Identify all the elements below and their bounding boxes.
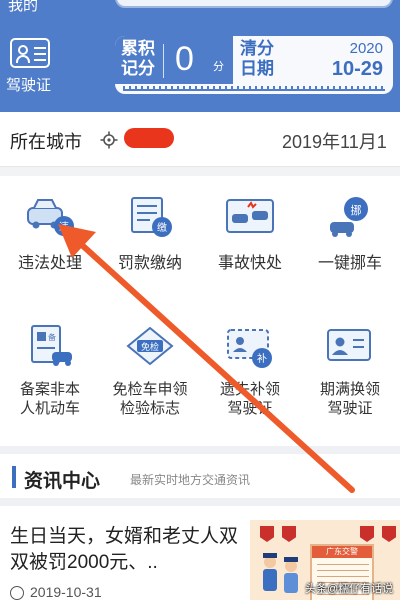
service-label: 免检车申领 检验标志 [112,381,188,417]
replace-license-icon: 补 [227,329,272,368]
score-divider [163,44,164,78]
service-label: 遗失补领 驾驶证 [219,381,280,417]
service-label: 备案非本 人机动车 [19,381,80,417]
service-renew-license[interactable]: 期满换领 驾驶证 [300,306,400,417]
service-fine[interactable]: 缴 罚款缴纳 [100,176,200,286]
bunting-flag [282,526,296,542]
violation-car-icon: 违 [27,199,74,236]
city-date: 2019年11月1 [282,132,387,152]
news-header: 资讯中心 最新实时地方交通资讯 [0,446,400,498]
city-value-redacted[interactable] [124,128,174,148]
service-label: 一键挪车 [317,255,382,272]
service-label: 事故快处 [217,255,282,272]
score-unit: 分 [213,61,224,73]
svg-text:缴: 缴 [157,221,167,234]
service-grid: 违 违法处理 缴 罚款缴纳 事故快处 挪 一键挪车 备 备案非本 人机动车 免检… [0,176,400,446]
driver-license-icon[interactable] [10,38,50,68]
city-row[interactable]: 所在城市 2019年11月1 [0,112,400,167]
clear-date-title: 清分日期 [240,39,274,78]
police-illustration [263,553,298,593]
header-top-card[interactable] [115,0,393,8]
clock-icon [10,586,24,600]
score-card[interactable]: 累积记分 0 分 清分日期 2020 10-29 [115,36,393,94]
news-title: 资讯中心 [24,471,101,492]
header-top-label: 我的 [8,0,39,14]
city-label: 所在城市 [10,132,82,152]
move-car-icon: 挪 [330,197,368,237]
bunting-flag [260,526,274,542]
news-date: 2019-10-31 [30,584,102,600]
score-value: 0 [175,40,194,78]
inspection-exempt-icon: 免检 [126,326,174,366]
svg-text:备: 备 [48,332,56,342]
header: 我的 驾驶证 累积记分 0 分 清分日期 2020 10-29 [0,0,400,112]
score-title: 累积记分 [121,39,155,78]
service-inspection-exempt[interactable]: 免检 免检车申领 检验标志 [100,306,200,417]
renew-license-icon [327,329,371,361]
news-accent-bar [12,466,16,488]
bunting-flag [360,526,374,542]
watermark: 头条@糯仔有话说 [305,583,394,595]
clear-year: 2020 [349,40,383,57]
svg-text:补: 补 [257,352,267,365]
service-label: 期满换领 驾驶证 [319,381,380,417]
svg-text:挪: 挪 [351,203,362,217]
service-label: 违法处理 [17,255,82,272]
fine-payment-icon: 缴 [131,197,172,237]
service-accident[interactable]: 事故快处 [200,176,300,286]
accident-icon [226,199,274,233]
clear-date: 10-29 [331,58,383,80]
service-replace-license[interactable]: 补 遗失补领 驾驶证 [200,306,300,417]
register-vehicle-icon: 备 [31,325,72,366]
bunting-flag [382,526,396,542]
score-ruler [123,86,385,91]
news-headline[interactable]: 生日当天，女婿和老丈人双双被罚2000元、.. [10,524,250,576]
score-panel: 累积记分 0 分 [115,36,233,84]
locate-icon[interactable] [100,131,118,149]
service-violation[interactable]: 违 违法处理 [0,176,100,286]
news-subtitle: 最新实时地方交通资讯 [130,473,251,487]
service-register-vehicle[interactable]: 备 备案非本 人机动车 [0,306,100,417]
svg-text:违: 违 [59,221,69,233]
svg-text:免检: 免检 [141,341,159,353]
service-label: 罚款缴纳 [117,255,182,272]
driver-license-label[interactable]: 驾驶证 [6,74,51,95]
notice-board-title: 广东交警 [312,546,372,558]
service-move-car[interactable]: 挪 一键挪车 [300,176,400,286]
